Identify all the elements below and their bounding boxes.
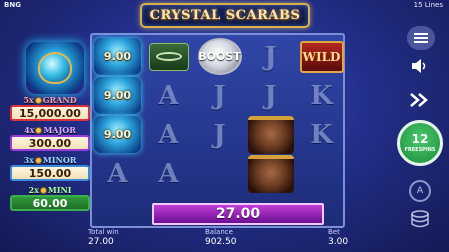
reel-cell: J bbox=[194, 76, 245, 115]
win-amount-bar: 27.00 bbox=[152, 203, 324, 225]
bet-value: 3.00 bbox=[328, 237, 349, 247]
reel-cell bbox=[143, 37, 194, 76]
reel-cell: WILD bbox=[296, 37, 347, 76]
autoplay-button[interactable]: A bbox=[409, 180, 431, 202]
bottom-bar: Total win 27.00 Balance 902.50 Bet 3.00 bbox=[0, 228, 449, 252]
reel-cell bbox=[245, 115, 296, 154]
total-win-label: Total win bbox=[88, 228, 119, 236]
sound-button[interactable] bbox=[409, 58, 431, 74]
freespins-count: 12 bbox=[411, 132, 429, 146]
coin-icon bbox=[39, 187, 47, 194]
jackpot-mini-multiplier: 2x bbox=[28, 185, 39, 195]
jackpot-minor: 3x MINOR 150.00 bbox=[10, 155, 90, 181]
letter-symbol: J bbox=[213, 119, 226, 150]
speaker-icon bbox=[412, 59, 426, 73]
turbo-button[interactable] bbox=[409, 92, 431, 108]
cleopatra-symbol bbox=[247, 115, 294, 154]
jackpot-grand-value: 15,000.00 bbox=[10, 105, 90, 121]
reel-grid: 9.00 BOOST J WILD 9.00 A J J K 9.00 A J … bbox=[90, 33, 345, 228]
reel-cell: 9.00 bbox=[92, 76, 143, 115]
game-title-plate: CRYSTAL SCARABS bbox=[140, 3, 310, 28]
coin-icon bbox=[35, 127, 43, 134]
menu-icon bbox=[414, 33, 428, 35]
balance-value: 902.50 bbox=[205, 237, 237, 247]
scarab-symbol: 9.00 bbox=[94, 77, 141, 114]
coins-button[interactable] bbox=[409, 210, 431, 228]
jackpot-mini: 2x MINI 60.00 bbox=[10, 185, 90, 211]
reel-cell: A bbox=[143, 76, 194, 115]
jackpot-grand: 5x GRAND 15,000.00 bbox=[10, 95, 90, 121]
provider-logo: BNG bbox=[4, 1, 21, 9]
jackpot-minor-value: 150.00 bbox=[10, 165, 90, 181]
jackpot-major-name: MAJOR bbox=[43, 125, 76, 135]
control-panel: 12 FREESPINS A bbox=[395, 0, 449, 252]
scarab-symbol: 9.00 bbox=[94, 38, 141, 75]
jackpot-minor-name: MINOR bbox=[42, 155, 77, 165]
jackpot-mini-name: MINI bbox=[47, 185, 72, 195]
autoplay-icon: A bbox=[416, 186, 424, 196]
reel-cell: J bbox=[245, 76, 296, 115]
letter-symbol: A bbox=[158, 158, 179, 189]
balance-label: Balance bbox=[205, 228, 233, 236]
reel-cell: 9.00 bbox=[92, 115, 143, 154]
letter-symbol: A bbox=[158, 80, 179, 111]
jackpot-grand-name: GRAND bbox=[42, 95, 77, 105]
game-title: CRYSTAL SCARABS bbox=[149, 8, 301, 23]
eye-of-horus-symbol bbox=[148, 42, 189, 71]
wild-symbol: WILD bbox=[299, 40, 344, 73]
letter-symbol: J bbox=[213, 80, 226, 111]
letter-symbol: J bbox=[264, 80, 277, 111]
spin-button[interactable]: 12 FREESPINS bbox=[397, 120, 443, 166]
reel-cell: K bbox=[296, 76, 347, 115]
total-win-value: 27.00 bbox=[88, 237, 114, 247]
bet-label: Bet bbox=[328, 228, 340, 236]
fast-forward-icon bbox=[410, 93, 428, 107]
cleopatra-symbol bbox=[247, 154, 294, 193]
bet[interactable]: Bet 3.00 bbox=[328, 228, 348, 247]
balance: Balance 902.50 bbox=[205, 228, 237, 247]
reel-cell: A bbox=[92, 154, 143, 193]
jackpot-panel: 5x GRAND 15,000.00 4x MAJOR 300.00 3x MINOR… bbox=[10, 95, 90, 215]
coin-stack-icon bbox=[411, 210, 429, 228]
reel-cell: A bbox=[143, 115, 194, 154]
letter-symbol: K bbox=[310, 80, 333, 111]
boost-symbol: BOOST bbox=[197, 38, 242, 75]
reel-cell: K bbox=[296, 115, 347, 154]
reel-cell: 9.00 bbox=[92, 37, 143, 76]
reel-cell: A bbox=[143, 154, 194, 193]
letter-symbol: A bbox=[107, 158, 128, 189]
scarab-symbol: 9.00 bbox=[94, 116, 141, 153]
jackpot-major: 4x MAJOR 300.00 bbox=[10, 125, 90, 151]
jackpot-major-value: 300.00 bbox=[10, 135, 90, 151]
reel-cell: J bbox=[245, 37, 296, 76]
jackpot-minor-multiplier: 3x bbox=[23, 155, 34, 165]
scarab-jackpot-icon bbox=[26, 42, 84, 94]
jackpot-grand-multiplier: 5x bbox=[23, 95, 34, 105]
reel-cell bbox=[245, 154, 296, 193]
freespins-label: FREESPINS bbox=[404, 147, 436, 153]
letter-symbol: J bbox=[264, 41, 277, 72]
menu-button[interactable] bbox=[407, 26, 435, 50]
coin-icon bbox=[34, 157, 42, 164]
total-win: Total win 27.00 bbox=[88, 228, 119, 247]
reel-cell: J bbox=[194, 115, 245, 154]
coin-icon bbox=[34, 97, 42, 104]
jackpot-major-multiplier: 4x bbox=[24, 125, 35, 135]
reel-cell: BOOST bbox=[194, 37, 245, 76]
letter-symbol: K bbox=[310, 119, 333, 150]
letter-symbol: A bbox=[158, 119, 179, 150]
jackpot-mini-value: 60.00 bbox=[10, 195, 90, 211]
